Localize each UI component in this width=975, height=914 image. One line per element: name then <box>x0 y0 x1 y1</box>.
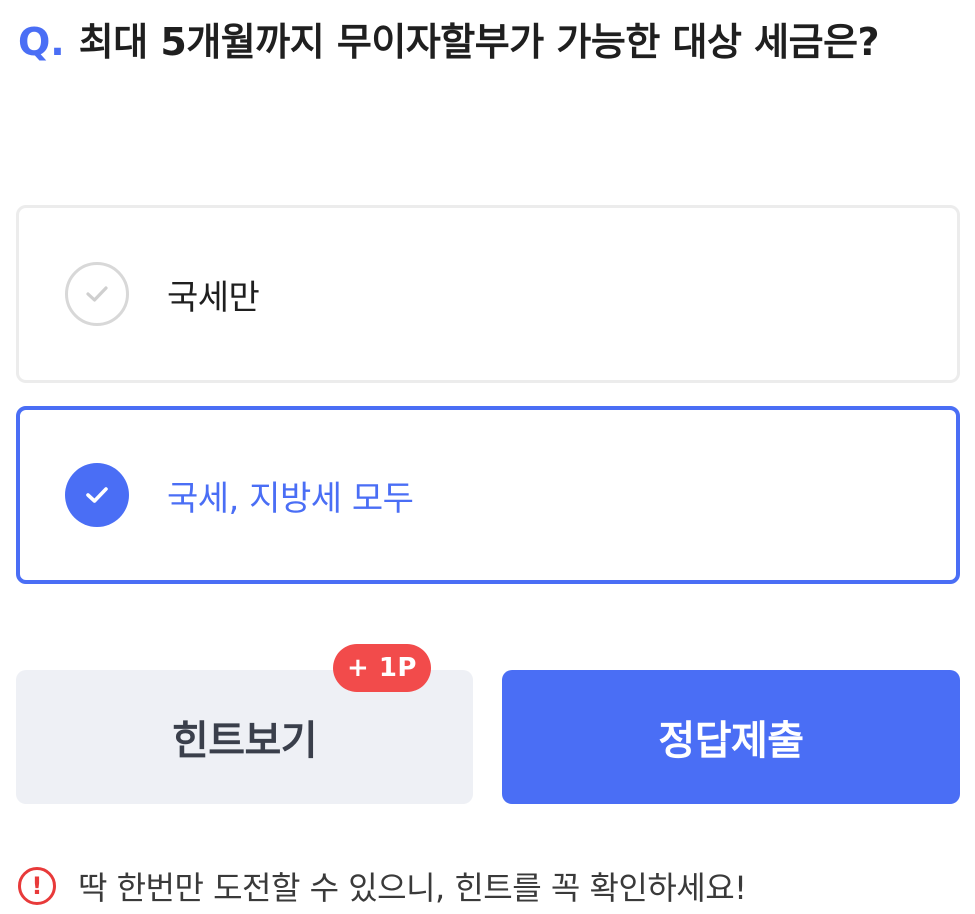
option-national-and-local-tax[interactable]: 국세, 지방세 모두 <box>16 406 960 584</box>
check-icon <box>86 286 108 302</box>
check-icon <box>86 487 108 503</box>
question-prefix: Q. <box>18 20 65 64</box>
option-label: 국세, 지방세 모두 <box>167 478 414 519</box>
checked-circle-icon <box>65 463 129 527</box>
question-text: 최대 5개월까지 무이자할부가 가능한 대상 세금은? <box>78 20 880 64</box>
exclamation-circle-icon: ! <box>18 867 56 905</box>
notice: ! 딱 한번만 도전할 수 있으니, 힌트를 꼭 확인하세요! <box>18 862 747 910</box>
notice-text: 딱 한번만 도전할 수 있으니, 힌트를 꼭 확인하세요! <box>78 869 747 907</box>
submit-answer-button[interactable]: 정답제출 <box>502 670 960 804</box>
hint-button-label: 힌트보기 <box>171 718 318 764</box>
hint-point-badge: + 1P <box>333 644 431 692</box>
unchecked-circle-icon <box>65 262 129 326</box>
option-label: 국세만 <box>167 277 260 318</box>
option-national-tax-only[interactable]: 국세만 <box>16 205 960 383</box>
submit-button-label: 정답제출 <box>658 718 804 764</box>
question: Q. 최대 5개월까지 무이자할부가 가능한 대상 세금은? <box>18 14 958 70</box>
